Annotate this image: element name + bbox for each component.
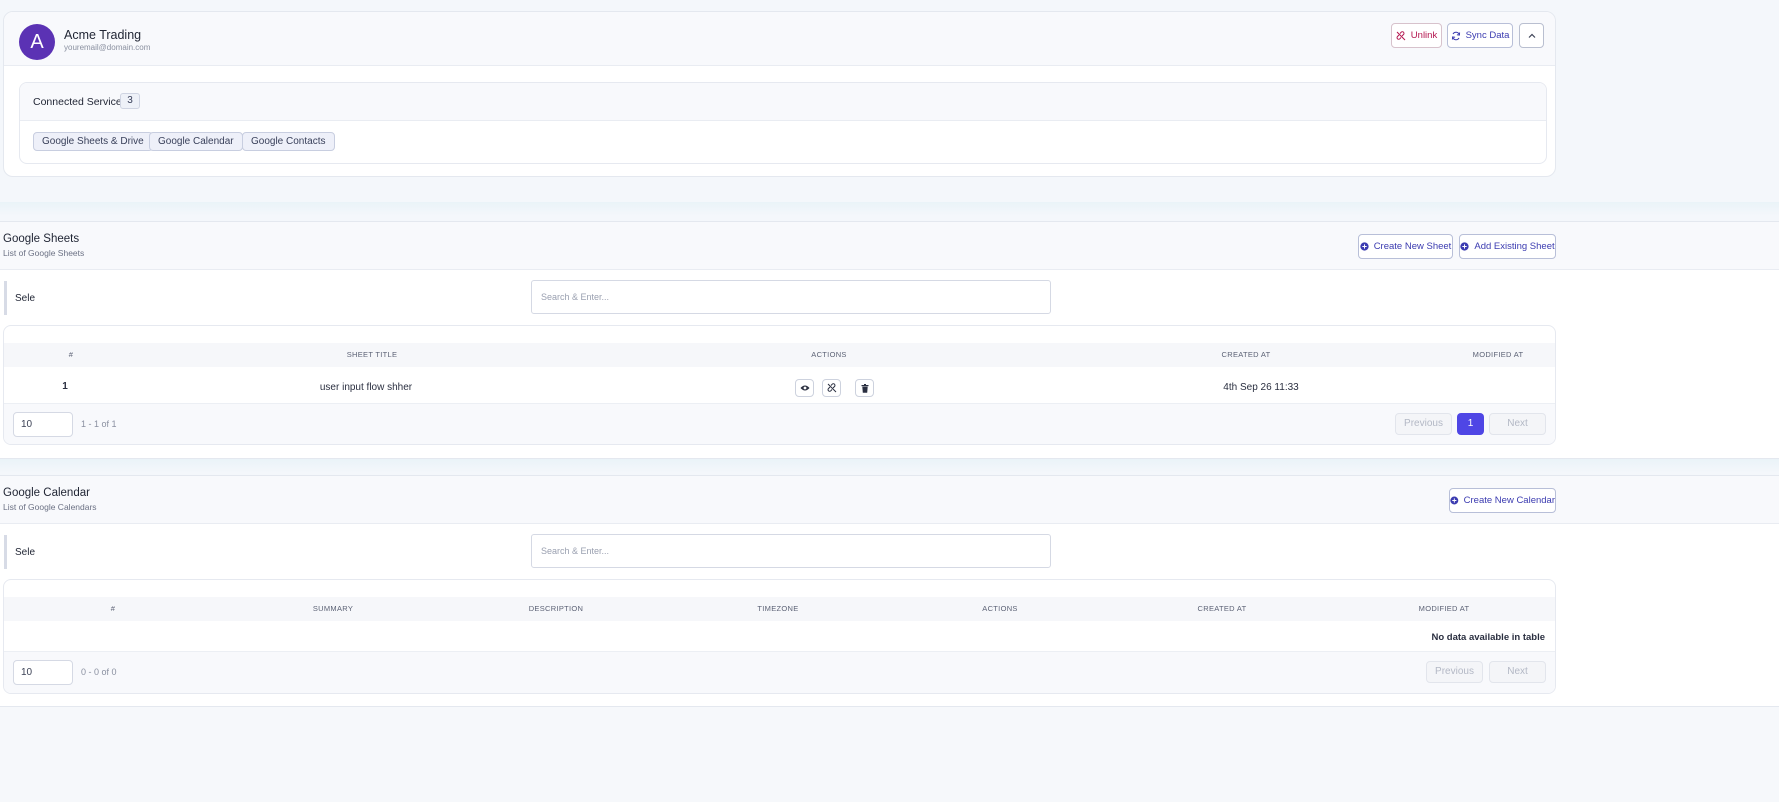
add-existing-sheet-label: Add Existing Sheet [1474, 241, 1555, 252]
col-timezone: TIMEZONE [757, 604, 799, 613]
account-email: youremail@domain.com [64, 43, 151, 52]
delete-sheet-button[interactable] [855, 379, 874, 397]
avatar: A [19, 24, 55, 60]
view-sheet-button[interactable] [795, 379, 814, 397]
create-new-sheet-button[interactable]: Create New Sheet [1358, 234, 1453, 259]
refresh-icon [1451, 31, 1460, 40]
sheets-table-header: # SHEET TITLE ACTIONS CREATED AT MODIFIE… [4, 343, 1555, 367]
section-divider [0, 707, 1779, 802]
create-new-sheet-label: Create New Sheet [1373, 241, 1452, 252]
sheets-select-label: Sele [15, 293, 36, 304]
link-off-icon [1396, 30, 1406, 40]
col-actions: ACTIONS [982, 604, 1018, 613]
account-card: A Acme Trading youremail@domain.com Unli… [3, 11, 1556, 177]
calendar-page-size-input[interactable] [13, 660, 73, 685]
service-chip-sheets-drive: Google Sheets & Drive [33, 132, 153, 151]
connected-services-panel: Connected Services 3 Google Sheets & Dri… [19, 82, 1547, 164]
calendar-table-footer: 0 - 0 of 0 Previous Next [4, 651, 1555, 693]
col-actions: ACTIONS [811, 350, 847, 359]
google-sheets-section: Google Sheets List of Google Sheets Crea… [0, 221, 1779, 459]
sheets-section-subtitle: List of Google Sheets [3, 248, 85, 258]
sheets-range-text: 1 - 1 of 1 [81, 419, 117, 429]
connected-services-header [20, 83, 1546, 121]
col-description: DESCRIPTION [528, 604, 584, 613]
sheets-table: # SHEET TITLE ACTIONS CREATED AT MODIFIE… [3, 325, 1556, 445]
section-divider [0, 459, 1779, 473]
eye-icon [800, 385, 809, 391]
plus-circle-icon [1450, 496, 1459, 505]
detach-sheet-button[interactable] [822, 379, 841, 397]
calendar-previous-button[interactable]: Previous [1426, 661, 1483, 683]
row-sheet-title[interactable]: user input flow shher [320, 382, 412, 393]
calendar-select-dropdown[interactable]: Sele [4, 535, 224, 569]
plus-circle-icon [1360, 242, 1369, 251]
sheets-next-button[interactable]: Next [1489, 413, 1546, 435]
col-modified-at: MODIFIED AT [1472, 350, 1524, 359]
collapse-button[interactable] [1519, 23, 1544, 48]
calendar-next-button[interactable]: Next [1489, 661, 1546, 683]
row-index: 1 [62, 381, 68, 392]
row-created-at: 4th Sep 26 11:33 [1223, 382, 1299, 393]
account-card-header [4, 12, 1555, 66]
col-index: # [68, 350, 74, 359]
trash-icon [861, 383, 868, 393]
connected-services-title: Connected Services [33, 96, 127, 108]
col-modified-at: MODIFIED AT [1418, 604, 1470, 613]
col-created-at: CREATED AT [1221, 350, 1271, 359]
create-new-calendar-label: Create New Calendar [1463, 495, 1555, 506]
plus-circle-icon [1460, 242, 1469, 251]
sheets-section-title: Google Sheets [3, 233, 80, 245]
services-count-badge: 3 [120, 93, 140, 109]
calendar-select-label: Sele [15, 547, 36, 558]
unlink-button[interactable]: Unlink [1391, 23, 1442, 48]
link-off-icon [827, 383, 836, 393]
empty-table-message: No data available in table [1431, 632, 1545, 643]
sheets-search-input[interactable] [531, 280, 1051, 314]
sheets-page-size-input[interactable] [13, 412, 73, 437]
calendar-range-text: 0 - 0 of 0 [81, 667, 117, 677]
sync-data-button[interactable]: Sync Data [1447, 23, 1513, 48]
unlink-label: Unlink [1410, 30, 1438, 41]
service-chip-calendar: Google Calendar [149, 132, 243, 151]
col-summary: SUMMARY [312, 604, 354, 613]
sheets-page-1-button[interactable]: 1 [1457, 413, 1484, 435]
col-index: # [110, 604, 116, 613]
sheets-select-dropdown[interactable]: Sele [4, 281, 224, 315]
calendar-section-subtitle: List of Google Calendars [3, 502, 97, 512]
sheets-previous-button[interactable]: Previous [1395, 413, 1452, 435]
col-created-at: CREATED AT [1197, 604, 1247, 613]
calendar-search-input[interactable] [531, 534, 1051, 568]
col-sheet-title: SHEET TITLE [346, 350, 398, 359]
account-name: Acme Trading [64, 28, 142, 42]
section-divider [0, 202, 1779, 216]
sync-data-label: Sync Data [1465, 30, 1510, 41]
chevron-up-icon [1528, 33, 1535, 38]
google-calendar-section: Google Calendar List of Google Calendars… [0, 475, 1779, 707]
sheets-table-footer: 1 - 1 of 1 Previous 1 Next [4, 403, 1555, 444]
add-existing-sheet-button[interactable]: Add Existing Sheet [1459, 234, 1556, 259]
create-new-calendar-button[interactable]: Create New Calendar [1449, 488, 1556, 513]
calendar-table: # SUMMARY DESCRIPTION TIMEZONE ACTIONS C… [3, 579, 1556, 694]
service-chip-contacts: Google Contacts [242, 132, 335, 151]
calendar-table-header: # SUMMARY DESCRIPTION TIMEZONE ACTIONS C… [4, 597, 1555, 621]
calendar-section-title: Google Calendar [3, 487, 90, 499]
